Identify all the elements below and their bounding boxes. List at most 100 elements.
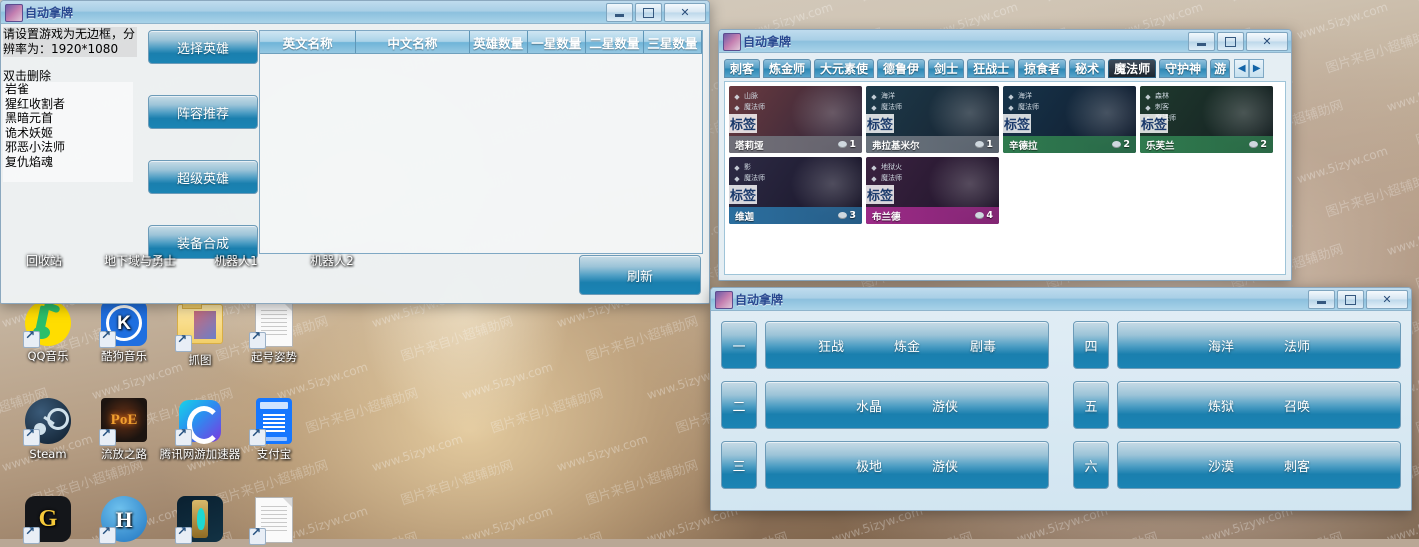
- desktop-icon[interactable]: K酷狗音乐: [82, 300, 166, 363]
- shortcut-overlay-icon: [249, 330, 266, 349]
- grid-column-header[interactable]: 中文名称: [356, 31, 470, 53]
- hero-list-item[interactable]: 猩红收割者: [3, 97, 133, 112]
- window1-controls[interactable]: ✕: [606, 3, 706, 22]
- comp-trait-label: 法师: [1284, 339, 1311, 355]
- window3-body: 一狂战 炼金 剧毒二水晶 游侠三极地 游侠 四海洋 法师五炼狱 召唤六沙漠 刺客: [711, 311, 1411, 510]
- comp-row: 一 狂战 炼金 剧毒: [721, 321, 1049, 369]
- close-button[interactable]: ✕: [664, 3, 706, 22]
- comp-trait-button[interactable]: 狂战 炼金 剧毒: [765, 321, 1049, 369]
- hero-stats-grid[interactable]: 英文名称 中文名称 英雄数量 一星数量 二星数量 三星数量: [259, 30, 703, 254]
- select-hero-button[interactable]: 选择英雄: [148, 30, 258, 64]
- desktop-icon-label: 机器人2: [310, 254, 354, 268]
- trait-tab-狂战士[interactable]: 狂战士: [967, 59, 1016, 78]
- grid-column-header[interactable]: 英雄数量: [470, 31, 528, 53]
- tab-scroll-right-icon[interactable]: ▶: [1249, 59, 1265, 78]
- trait-icon: ◆: [1145, 92, 1151, 101]
- minimize-button[interactable]: [1308, 290, 1335, 309]
- window1-title: 自动拿牌: [25, 6, 74, 20]
- maximize-button[interactable]: [1217, 32, 1244, 51]
- hero-card[interactable]: ◆森林◆刺客◆魔法师标签乐芙兰2: [1140, 86, 1273, 153]
- desktop-icon[interactable]: 支付宝: [232, 398, 316, 461]
- comp-index-button-right[interactable]: 四: [1073, 321, 1109, 369]
- grid-column-header[interactable]: 二星数量: [586, 31, 644, 53]
- hero-name-list[interactable]: 岩雀 猩红收割者 黑暗元首 诡术妖姬 邪恶小法师 复仇焰魂: [3, 82, 133, 182]
- comp-index-button-left[interactable]: 三: [721, 441, 757, 489]
- close-button[interactable]: ✕: [1366, 290, 1408, 309]
- coin-icon: [838, 212, 848, 219]
- trait-tab-炼金师[interactable]: 炼金师: [763, 59, 812, 78]
- trait-tab-守护神[interactable]: 守护神: [1159, 59, 1208, 78]
- comp-row: 五 炼狱 召唤: [1073, 381, 1401, 429]
- window3-titlebar[interactable]: 自动拿牌 ✕: [711, 288, 1411, 311]
- hero-list-item[interactable]: 复仇焰魂: [3, 155, 133, 170]
- trait-tab-strip[interactable]: 刺客 炼金师 大元素使 德鲁伊 剑士 狂战士 掠食者 秘术 魔法师 守护神游 ◀ ▶: [724, 58, 1286, 78]
- comp-index-button-right[interactable]: 六: [1073, 441, 1109, 489]
- grid-column-header[interactable]: 英文名称: [260, 31, 357, 53]
- trait-tab-游[interactable]: 游: [1210, 59, 1231, 78]
- desktop-icon[interactable]: [232, 496, 316, 547]
- comp-index-button-left[interactable]: 二: [721, 381, 757, 429]
- comp-index-button-left[interactable]: 一: [721, 321, 757, 369]
- desktop-icon[interactable]: 起号姿势: [232, 300, 316, 364]
- coin-icon: [975, 212, 985, 219]
- close-button[interactable]: ✕: [1246, 32, 1288, 51]
- comp-trait-button[interactable]: 沙漠 刺客: [1117, 441, 1401, 489]
- hero-card[interactable]: ◆ 影 ◆ 魔法师 标签 维迦 3: [729, 157, 862, 224]
- shortcut-overlay-icon: [23, 525, 40, 544]
- hero-card[interactable]: ◆ 海洋 ◆ 魔法师 标签 弗拉基米尔 1: [866, 86, 999, 153]
- refresh-button[interactable]: 刷新: [579, 255, 701, 295]
- shortcut-overlay-icon: [175, 525, 192, 544]
- comp-trait-button[interactable]: 炼狱 召唤: [1117, 381, 1401, 429]
- comp-trait-button[interactable]: 水晶 游侠: [765, 381, 1049, 429]
- shortcut-overlay-icon: [99, 525, 116, 544]
- window2-controls[interactable]: ✕: [1188, 32, 1288, 51]
- maximize-button[interactable]: [635, 3, 662, 22]
- comp-trait-button[interactable]: 海洋 法师: [1117, 321, 1401, 369]
- trait-tab-秘术[interactable]: 秘术: [1069, 59, 1106, 78]
- grid-column-header[interactable]: 一星数量: [528, 31, 586, 53]
- hero-card[interactable]: ◆ 地狱火 ◆ 魔法师 标签 布兰德 4: [866, 157, 999, 224]
- window-comp-recommend[interactable]: 自动拿牌 ✕ 一狂战 炼金 剧毒二水晶 游侠三极地 游侠 四海洋 法师五炼狱 召唤六沙漠 刺客: [710, 287, 1412, 511]
- tab-scroll-nav[interactable]: ◀ ▶: [1234, 59, 1265, 78]
- trait-icon: ◆: [734, 92, 740, 101]
- trait-tab-德鲁伊[interactable]: 德鲁伊: [877, 59, 926, 78]
- window1-titlebar[interactable]: 自动拿牌 ✕: [1, 1, 709, 24]
- grid-column-header[interactable]: 三星数量: [644, 31, 702, 53]
- steam-icon: [23, 398, 71, 446]
- desktop-icon[interactable]: 抓图: [158, 300, 242, 367]
- window-auto-draw-main[interactable]: 自动拿牌 ✕ 请设置游戏为无边框，分辨率为：1920*1080 双击删除 岩雀猩…: [0, 0, 710, 304]
- comp-row: 四 海洋 法师: [1073, 321, 1401, 369]
- hero-list-item[interactable]: 诡术妖姬: [3, 126, 133, 141]
- hero-list-item[interactable]: 岩雀: [3, 82, 133, 97]
- window2-titlebar[interactable]: 自动拿牌 ✕: [719, 30, 1291, 53]
- trait-tab-大元素使[interactable]: 大元素使: [814, 59, 875, 78]
- hero-list-item[interactable]: 黑暗元首: [3, 111, 133, 126]
- comp-trait-label: 刺客: [1284, 459, 1311, 475]
- super-hero-button[interactable]: 超级英雄: [148, 160, 258, 194]
- comp-trait-button[interactable]: 极地 游侠: [765, 441, 1049, 489]
- window3-controls[interactable]: ✕: [1308, 290, 1408, 309]
- comp-index-button-right[interactable]: 五: [1073, 381, 1109, 429]
- desktop-labels-behind-window: 回收站 地下域与勇士 机器人1 机器人2: [7, 252, 369, 269]
- window-hero-browser[interactable]: 自动拿牌 ✕ 刺客 炼金师 大元素使 德鲁伊 剑士 狂战士 掠食者 秘术 魔法师 守护神游 ◀ ▶ ◆…: [718, 29, 1292, 281]
- hero-list-item[interactable]: 邪恶小法师: [3, 140, 133, 155]
- minimize-button[interactable]: [606, 3, 633, 22]
- hero-card[interactable]: ◆ 山脉 ◆ 魔法师 标签 塔莉垭 1: [729, 86, 862, 153]
- app-h-icon: H: [99, 496, 147, 544]
- desktop-icon[interactable]: 腾讯网游加速器: [158, 398, 242, 461]
- trait-tab-掠食者[interactable]: 掠食者: [1018, 59, 1067, 78]
- comp-recommend-button[interactable]: 阵容推荐: [148, 95, 258, 129]
- tab-scroll-left-icon[interactable]: ◀: [1234, 59, 1250, 78]
- trait-tab-剑士[interactable]: 剑士: [928, 59, 965, 78]
- coin-icon: [1249, 141, 1259, 148]
- hero-card[interactable]: ◆ 海洋 ◆ 魔法师 标签 辛德拉 2: [1003, 86, 1136, 153]
- hero-card-panel[interactable]: ◆ 山脉 ◆ 魔法师 标签 塔莉垭 1 ◆ 海洋 ◆ 魔法师 标签 弗拉基米尔 1 ◆ 海洋 ◆ 魔法师 标签 辛德拉…: [724, 81, 1286, 275]
- desktop-icon[interactable]: QQ音乐: [6, 300, 90, 363]
- comp-trait-label: 炼狱: [1207, 399, 1234, 415]
- trait-tab-魔法师[interactable]: 魔法师: [1108, 59, 1157, 78]
- trait-tab-刺客[interactable]: 刺客: [724, 59, 761, 78]
- maximize-button[interactable]: [1337, 290, 1364, 309]
- desktop-icon[interactable]: PoE流放之路: [82, 398, 166, 461]
- minimize-button[interactable]: [1188, 32, 1215, 51]
- desktop-icon[interactable]: Steam: [6, 398, 90, 461]
